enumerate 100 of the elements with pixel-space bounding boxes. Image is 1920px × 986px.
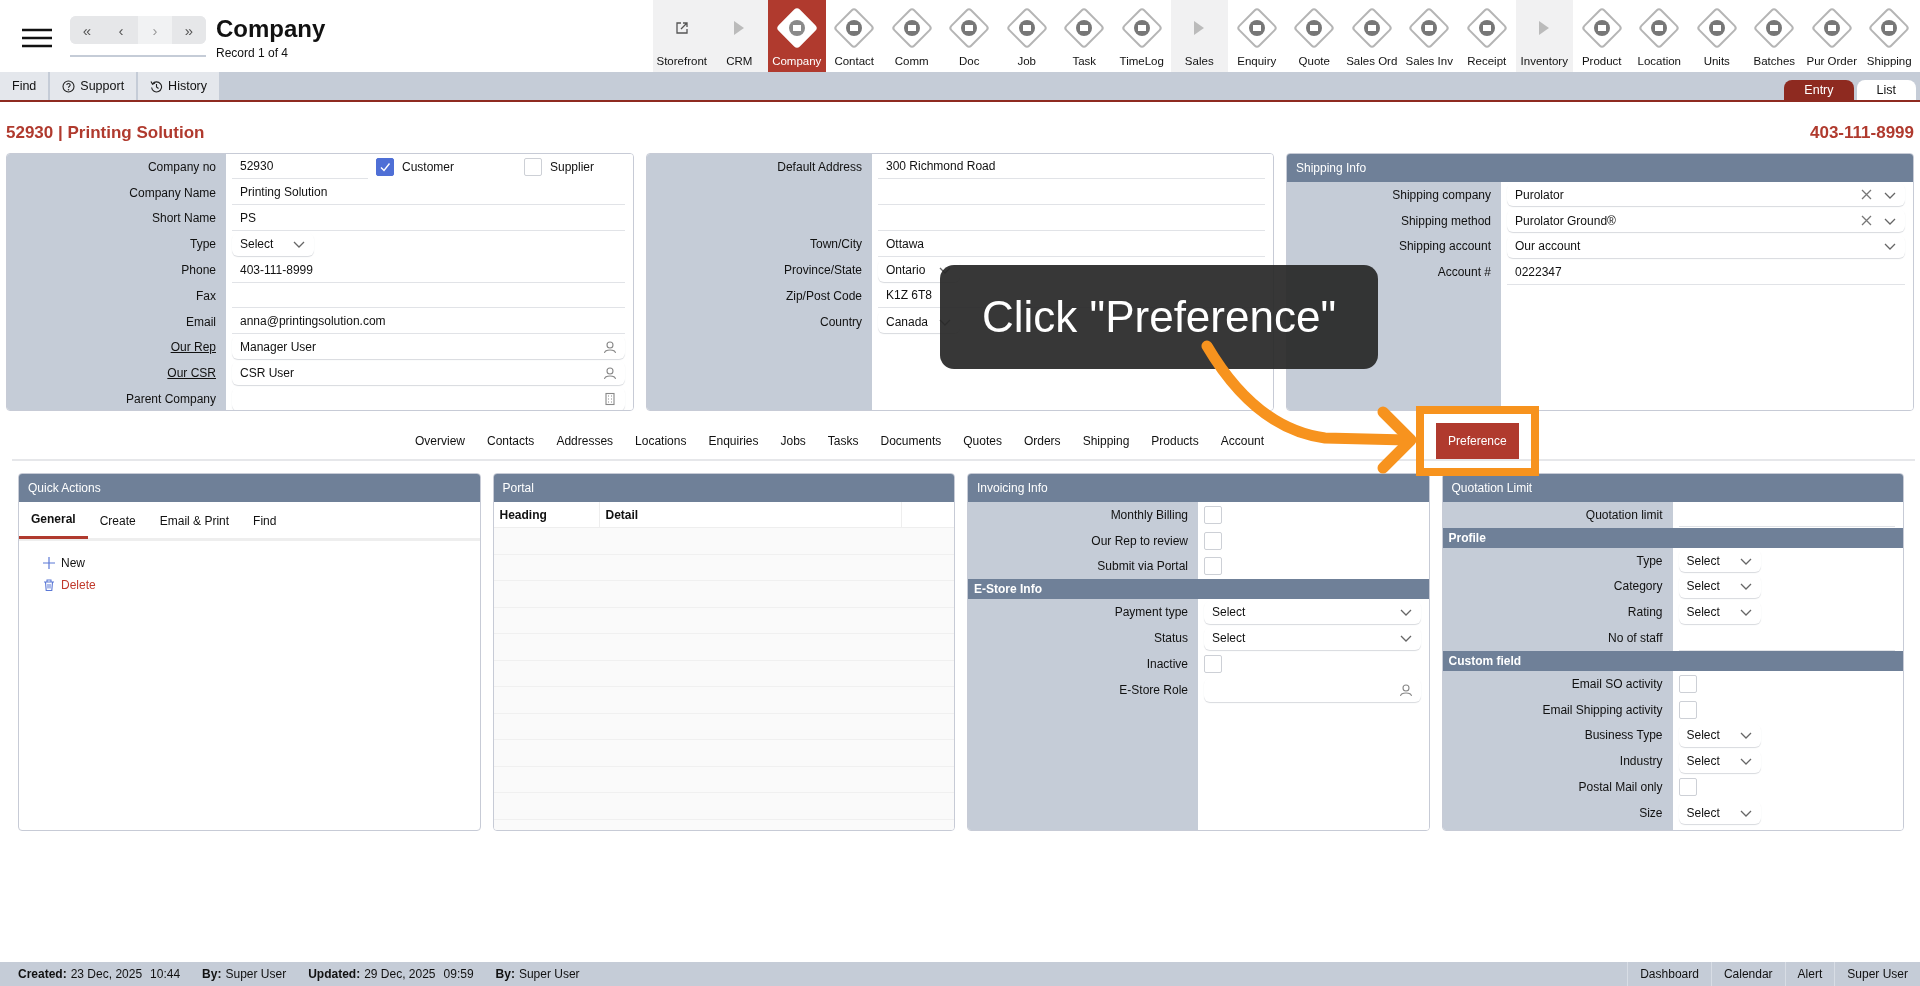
action-tab[interactable]: Email & Print <box>147 502 242 539</box>
select-field[interactable]: Select <box>1204 600 1421 624</box>
view-tab[interactable]: Entry <box>1784 80 1854 100</box>
module-tab[interactable]: Comm <box>883 0 941 72</box>
toolbar-button[interactable]: History <box>138 72 219 100</box>
select-field[interactable]: Select <box>1678 600 1761 624</box>
history-icon <box>150 79 164 93</box>
field-label: Phone <box>181 263 216 278</box>
record-tab[interactable]: Contacts <box>476 428 546 454</box>
field-label: No of staff <box>1608 631 1663 646</box>
record-tab[interactable]: Locations <box>624 428 698 454</box>
record-tab[interactable]: Addresses <box>545 428 625 454</box>
footer-button[interactable]: Dashboard <box>1627 962 1711 986</box>
footer-button[interactable]: Alert <box>1784 962 1835 986</box>
record-tab[interactable]: Shipping <box>1071 428 1141 454</box>
field-link[interactable]: Our CSR <box>167 366 216 381</box>
field-label: Our Rep to review <box>1091 533 1188 548</box>
record-tab[interactable]: Orders <box>1012 428 1072 454</box>
select-field[interactable]: Select <box>1678 723 1761 747</box>
lookup-field[interactable]: CSR User <box>232 361 625 386</box>
field-label: Payment type <box>1114 605 1188 620</box>
module-tab[interactable]: Units <box>1688 0 1746 72</box>
module-tab[interactable]: Job <box>998 0 1056 72</box>
module-tab[interactable]: Sales Inv <box>1400 0 1458 72</box>
footer-value: Super User <box>225 967 287 981</box>
module-tab[interactable]: Shipping <box>1860 0 1918 72</box>
module-tab[interactable]: Storefront <box>653 0 711 72</box>
module-tab[interactable]: Company <box>768 0 826 72</box>
record-tab[interactable]: Enquiries <box>697 428 770 454</box>
select-field[interactable]: Purolator Ground® <box>1507 209 1905 233</box>
module-tab[interactable]: Enquiry <box>1228 0 1286 72</box>
module-tab[interactable]: Quote <box>1285 0 1343 72</box>
toolbar-button[interactable]: Support <box>50 72 137 100</box>
text-field[interactable]: Ottawa <box>878 231 1265 257</box>
section-header: E-Store Info <box>968 579 1429 600</box>
module-tab[interactable]: Pur Order <box>1803 0 1861 72</box>
module-tab[interactable]: Sales <box>1170 0 1228 72</box>
module-tab[interactable]: Receipt <box>1458 0 1516 72</box>
panel-header: Invoicing Info <box>968 474 1429 502</box>
lookup-field[interactable]: Manager User <box>232 335 625 360</box>
field-link[interactable]: Our Rep <box>170 340 216 355</box>
record-tab[interactable]: Products <box>1140 428 1210 454</box>
action-tab[interactable]: General <box>19 502 88 539</box>
record-tab[interactable]: Quotes <box>952 428 1013 454</box>
module-tab[interactable]: Task <box>1055 0 1113 72</box>
select-field[interactable]: Select <box>1678 549 1761 573</box>
action-link[interactable]: New <box>43 556 85 570</box>
module-tab[interactable]: Contact <box>825 0 883 72</box>
text-field[interactable]: anna@printingsolution.com <box>232 309 625 335</box>
footer-button[interactable]: Calendar <box>1710 962 1785 986</box>
module-tab[interactable]: TimeLog <box>1113 0 1171 72</box>
select-field[interactable]: Select <box>1204 626 1421 650</box>
text-field[interactable]: 300 Richmond Road <box>878 154 1265 180</box>
record-tab[interactable]: Tasks <box>816 428 870 454</box>
building-icon <box>603 392 617 407</box>
select-field[interactable]: Select <box>1678 575 1761 598</box>
field-label: Account # <box>1437 265 1491 280</box>
text-field[interactable]: 52930 <box>232 154 368 180</box>
triangle-icon <box>1538 19 1551 36</box>
footer-button[interactable]: Super User <box>1834 962 1920 986</box>
field-label: Industry <box>1619 754 1663 769</box>
field-label: Size <box>1639 805 1663 820</box>
record-tab[interactable]: Overview <box>404 428 476 454</box>
select-field[interactable]: Select <box>232 232 314 256</box>
text-field[interactable]: Printing Solution <box>232 180 625 206</box>
record-tab[interactable]: Jobs <box>769 428 817 454</box>
footer-value: Super User <box>518 967 580 981</box>
footer-value: 23 Dec, 2025 <box>70 967 143 981</box>
module-tab[interactable]: CRM <box>710 0 768 72</box>
panel-header: Quotation Limit <box>1442 474 1903 502</box>
module-tab[interactable]: Sales Ord <box>1343 0 1401 72</box>
text-field[interactable]: PS <box>232 206 625 231</box>
select-field[interactable]: Select <box>1678 801 1761 825</box>
view-tab[interactable]: List <box>1856 80 1916 100</box>
text-field[interactable]: 0222347 <box>1507 259 1905 285</box>
action-tab[interactable]: Find <box>241 502 289 539</box>
field-label: Shipping account <box>1398 239 1491 254</box>
module-tab[interactable]: Batches <box>1745 0 1803 72</box>
action-tab[interactable]: Create <box>87 502 148 539</box>
field-label: Fax <box>196 288 216 303</box>
select-field[interactable]: Our account <box>1507 235 1905 258</box>
checkbox-label: Supplier <box>550 159 595 174</box>
record-tab[interactable]: Documents <box>869 428 953 454</box>
record-tab[interactable]: Account <box>1209 428 1276 454</box>
menu-button[interactable] <box>22 28 52 48</box>
checkbox[interactable] <box>376 157 394 176</box>
page-title: Company <box>216 15 326 43</box>
text-field[interactable]: 403-111-8999 <box>232 257 625 283</box>
module-tab[interactable]: Doc <box>940 0 998 72</box>
module-tab[interactable]: Location <box>1630 0 1688 72</box>
select-field[interactable]: Select <box>1678 749 1761 773</box>
select-field[interactable]: Purolator <box>1507 183 1905 207</box>
trash-icon <box>43 579 55 591</box>
record-tab[interactable]: Preference <box>1436 423 1519 459</box>
module-tab[interactable]: Product <box>1573 0 1631 72</box>
field-label: Submit via Portal <box>1097 559 1188 574</box>
toolbar-button[interactable]: Find <box>0 72 49 100</box>
footer-value: 09:59 <box>443 967 474 981</box>
action-link[interactable]: Delete <box>43 578 96 592</box>
module-tab[interactable]: Inventory <box>1515 0 1573 72</box>
